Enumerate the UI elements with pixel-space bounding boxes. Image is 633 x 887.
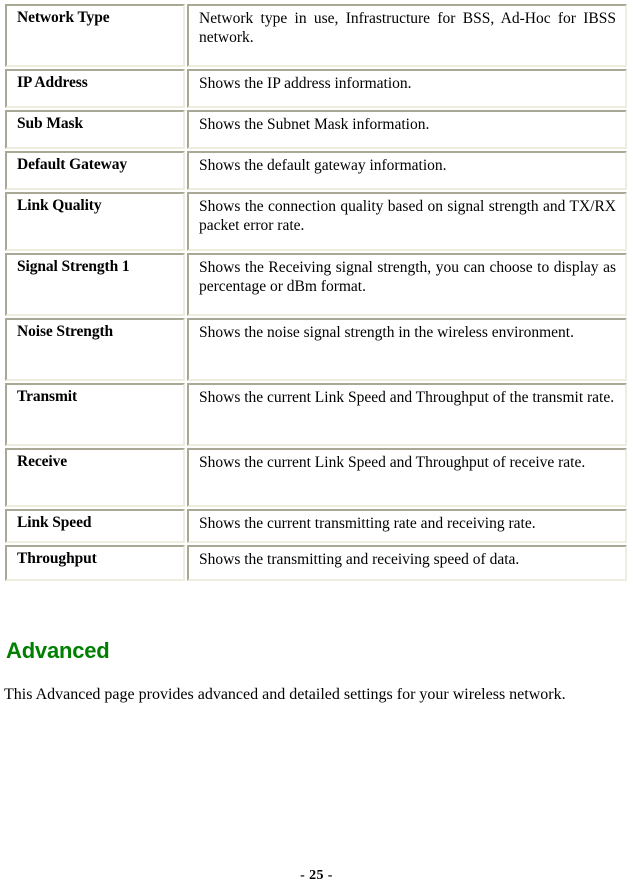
manual-page: Network Type Network type in use, Infras… xyxy=(0,0,633,887)
table-cell-description: Shows the transmitting and receiving spe… xyxy=(187,545,627,581)
table-row: Network Type Network type in use, Infras… xyxy=(5,4,627,67)
table-body: Network Type Network type in use, Infras… xyxy=(5,4,627,581)
table-cell-term: Network Type xyxy=(5,4,185,67)
section-heading-advanced: Advanced xyxy=(6,638,110,664)
table-row: Default Gateway Shows the default gatewa… xyxy=(5,151,627,190)
table-cell-term: Sub Mask xyxy=(5,110,185,149)
table-cell-description: Shows the connection quality based on si… xyxy=(187,192,627,251)
table-cell-description: Shows the current Link Speed and Through… xyxy=(187,383,627,446)
page-number-footer: - 25 - xyxy=(300,868,333,883)
table-row: Signal Strength 1 Shows the Receiving si… xyxy=(5,253,627,316)
table-row: Receive Shows the current Link Speed and… xyxy=(5,448,627,507)
table-cell-term: Link Quality xyxy=(5,192,185,251)
status-field-description-table: Network Type Network type in use, Infras… xyxy=(3,2,629,583)
table-row: Sub Mask Shows the Subnet Mask informati… xyxy=(5,110,627,149)
table-cell-term: IP Address xyxy=(5,69,185,108)
table-row: Link Speed Shows the current transmittin… xyxy=(5,509,627,543)
table-cell-description: Shows the current transmitting rate and … xyxy=(187,509,627,543)
table-cell-term: Receive xyxy=(5,448,185,507)
table-cell-description: Shows the IP address information. xyxy=(187,69,627,108)
table-cell-term: Throughput xyxy=(5,545,185,581)
table-row: IP Address Shows the IP address informat… xyxy=(5,69,627,108)
table-cell-description: Shows the noise signal strength in the w… xyxy=(187,318,627,381)
table-cell-term: Transmit xyxy=(5,383,185,446)
table-cell-description: Shows the Subnet Mask information. xyxy=(187,110,627,149)
table-cell-description: Shows the current Link Speed and Through… xyxy=(187,448,627,507)
table-cell-term: Link Speed xyxy=(5,509,185,543)
advanced-section-paragraph: This Advanced page provides advanced and… xyxy=(4,686,566,703)
table-row: Noise Strength Shows the noise signal st… xyxy=(5,318,627,381)
table-cell-term: Signal Strength 1 xyxy=(5,253,185,316)
table-row: Transmit Shows the current Link Speed an… xyxy=(5,383,627,446)
table-cell-term: Noise Strength xyxy=(5,318,185,381)
table-cell-description: Network type in use, Infrastructure for … xyxy=(187,4,627,67)
table-cell-description: Shows the default gateway information. xyxy=(187,151,627,190)
table-row: Throughput Shows the transmitting and re… xyxy=(5,545,627,581)
table-cell-description: Shows the Receiving signal strength, you… xyxy=(187,253,627,316)
table-row: Link Quality Shows the connection qualit… xyxy=(5,192,627,251)
table-cell-term: Default Gateway xyxy=(5,151,185,190)
